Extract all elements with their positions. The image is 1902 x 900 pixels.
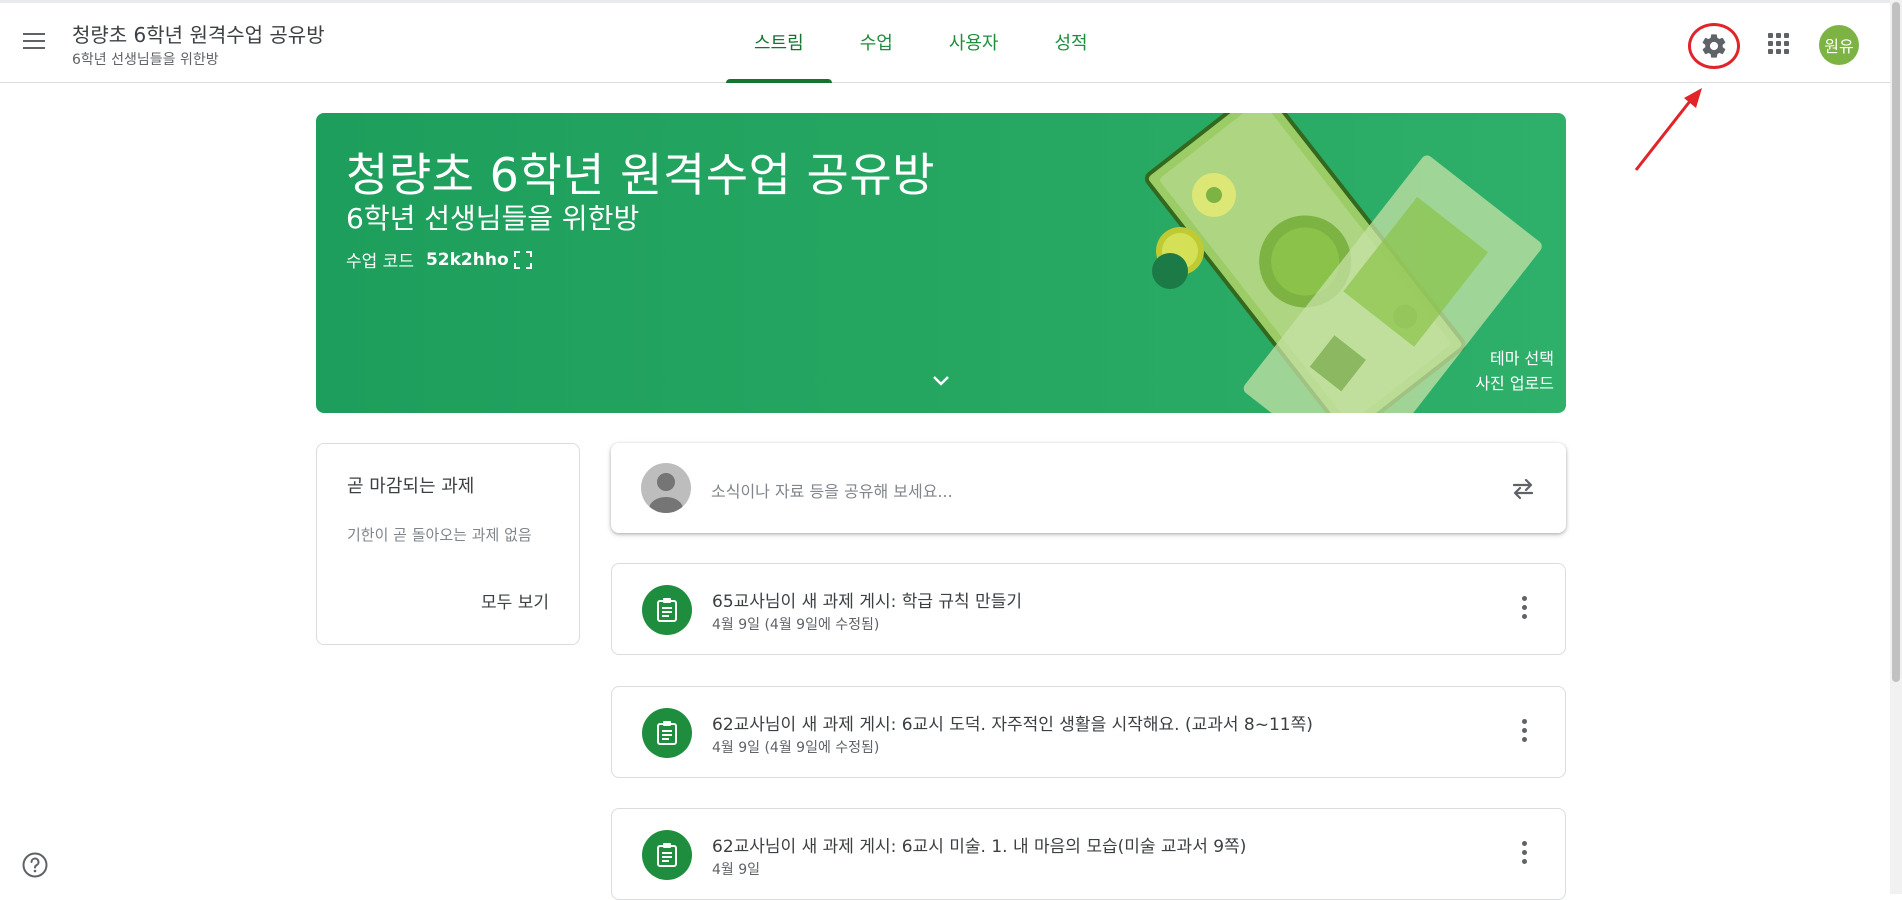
share-box[interactable]: 소식이나 자료 등을 공유해 보세요... <box>611 443 1566 533</box>
tab-stream[interactable]: 스트림 <box>726 3 832 83</box>
user-avatar <box>641 463 691 513</box>
class-title[interactable]: 청량초 6학년 원격수업 공유방 <box>72 19 325 48</box>
class-code: 수업 코드 52k2hho <box>346 247 533 272</box>
tab-classwork[interactable]: 수업 <box>832 3 921 83</box>
tab-grades[interactable]: 성적 <box>1027 3 1116 83</box>
repost-icon[interactable] <box>1508 473 1538 503</box>
chevron-down-icon[interactable] <box>930 369 952 391</box>
more-vert-icon[interactable] <box>1519 841 1529 869</box>
scrollbar-thumb[interactable] <box>1892 2 1900 682</box>
hamburger-menu-icon[interactable] <box>20 29 48 57</box>
post-title: 62교사님이 새 과제 게시: 6교시 도덕. 자주적인 생활을 시작해요. (… <box>712 715 1313 735</box>
account-avatar[interactable]: 원유 <box>1819 25 1859 65</box>
settings-button[interactable] <box>1688 23 1740 69</box>
assignment-icon <box>642 830 692 880</box>
upcoming-title: 곧 마감되는 과제 <box>347 476 475 497</box>
banner-subtitle: 6학년 선생님들을 위한방 <box>346 202 640 235</box>
stream-post[interactable]: 62교사님이 새 과제 게시: 6교시 도덕. 자주적인 생활을 시작해요. (… <box>611 686 1566 778</box>
tab-people[interactable]: 사용자 <box>921 3 1027 83</box>
class-code-value[interactable]: 52k2hho <box>426 250 509 270</box>
class-subtitle: 6학년 선생님들을 위한방 <box>72 52 219 68</box>
post-date: 4월 9일 (4월 9일에 수정됨) <box>712 740 880 756</box>
money-illustration <box>1144 113 1542 413</box>
more-vert-icon[interactable] <box>1519 719 1529 747</box>
share-placeholder[interactable]: 소식이나 자료 등을 공유해 보세요... <box>711 478 953 502</box>
post-date: 4월 9일 (4월 9일에 수정됨) <box>712 617 880 633</box>
view-all-button[interactable]: 모두 보기 <box>481 588 549 613</box>
person-icon <box>649 473 683 513</box>
fullscreen-icon[interactable] <box>513 250 533 270</box>
upcoming-empty-text: 기한이 곧 돌아오는 과제 없음 <box>347 526 532 544</box>
page-scrollbar[interactable] <box>1890 0 1902 894</box>
post-title: 62교사님이 새 과제 게시: 6교시 미술. 1. 내 마음의 모습(미술 교… <box>712 837 1247 857</box>
upcoming-card: 곧 마감되는 과제 기한이 곧 돌아오는 과제 없음 모두 보기 <box>316 443 580 645</box>
top-app-bar: 청량초 6학년 원격수업 공유방 6학년 선생님들을 위한방 스트림 수업 사용… <box>0 0 1890 83</box>
assignment-icon <box>642 585 692 635</box>
select-theme-link[interactable]: 테마 선택 <box>1490 345 1554 369</box>
annotation-arrow <box>1634 88 1702 171</box>
upload-photo-link[interactable]: 사진 업로드 <box>1475 370 1554 394</box>
assignment-icon <box>642 708 692 758</box>
stream-post[interactable]: 65교사님이 새 과제 게시: 학급 규칙 만들기 4월 9일 (4월 9일에 … <box>611 563 1566 655</box>
class-banner: 청량초 6학년 원격수업 공유방 6학년 선생님들을 위한방 수업 코드 52k… <box>316 113 1566 413</box>
grid-apps-icon[interactable] <box>1766 31 1792 57</box>
help-icon[interactable] <box>21 851 49 879</box>
post-title: 65교사님이 새 과제 게시: 학급 규칙 만들기 <box>712 592 1023 612</box>
class-code-label: 수업 코드 <box>346 252 414 272</box>
stream-post[interactable]: 62교사님이 새 과제 게시: 6교시 미술. 1. 내 마음의 모습(미술 교… <box>611 808 1566 900</box>
tab-bar: 스트림 수업 사용자 성적 <box>726 3 1116 83</box>
more-vert-icon[interactable] <box>1519 596 1529 624</box>
gear-icon <box>1702 34 1726 58</box>
post-date: 4월 9일 <box>712 862 761 878</box>
banner-title: 청량초 6학년 원격수업 공유방 <box>346 148 935 202</box>
